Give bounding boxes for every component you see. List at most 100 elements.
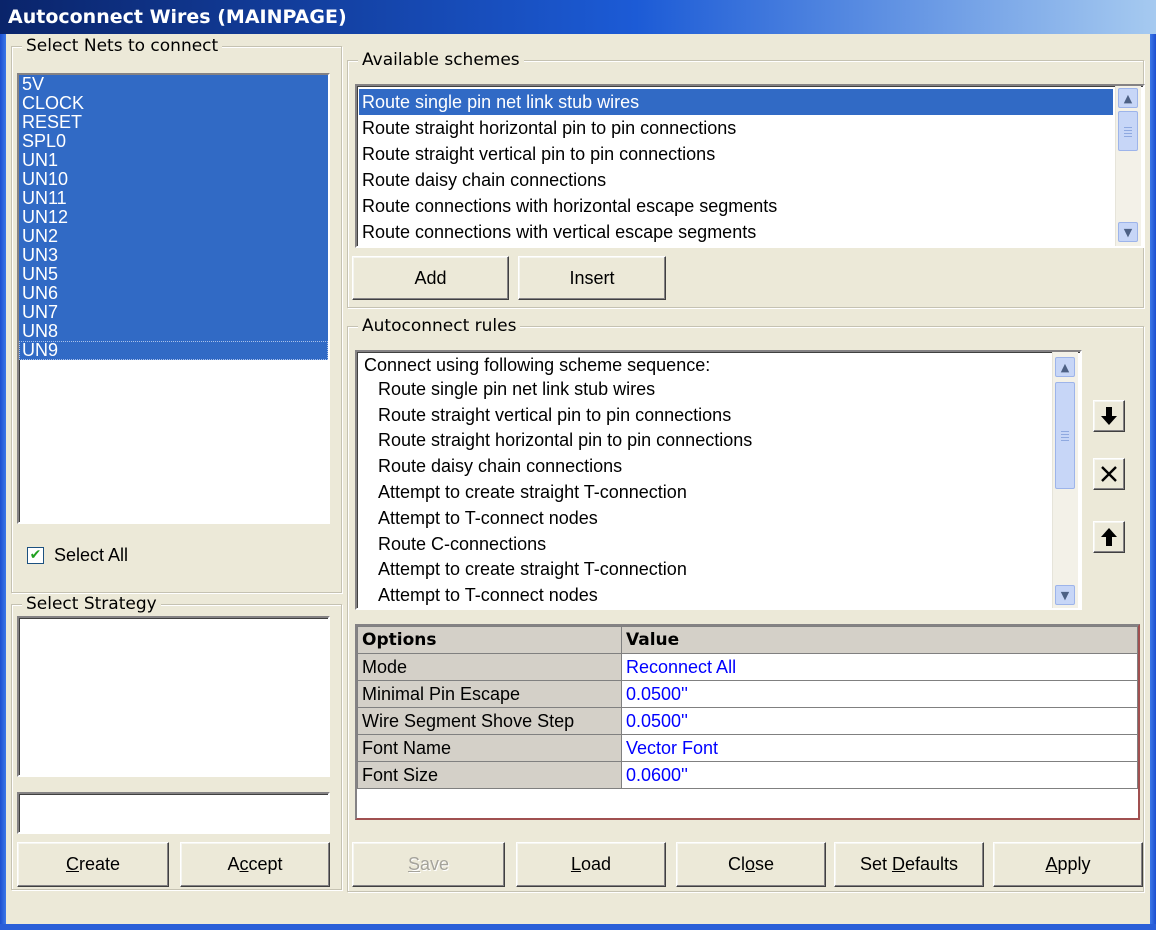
- nets-group-legend: Select Nets to connect: [22, 36, 223, 56]
- option-value[interactable]: 0.0500'': [621, 707, 1138, 735]
- net-list-item[interactable]: SPL0: [19, 132, 328, 151]
- options-header-option: Options: [357, 626, 622, 654]
- window-frame-bottom: [0, 924, 1156, 930]
- apply-button-label: Apply: [1045, 854, 1091, 874]
- option-key: Wire Segment Shove Step: [357, 707, 622, 735]
- rules-scroll-thumb[interactable]: [1055, 382, 1075, 489]
- scroll-down-icon[interactable]: ▼: [1055, 585, 1075, 605]
- net-list-item[interactable]: UN8: [19, 322, 328, 341]
- net-list-item[interactable]: UN11: [19, 189, 328, 208]
- net-list-item[interactable]: 5V: [19, 75, 328, 94]
- save-button[interactable]: Save: [352, 842, 505, 887]
- scheme-list-item[interactable]: Route daisy chain connections: [359, 167, 1113, 193]
- delete-rule-button[interactable]: [1093, 458, 1125, 490]
- scheme-list-item[interactable]: Route connections with vertical escape s…: [359, 219, 1113, 245]
- window-frame-right: [1150, 34, 1156, 930]
- net-list-item[interactable]: UN7: [19, 303, 328, 322]
- accept-button[interactable]: Accept: [180, 842, 330, 887]
- apply-button[interactable]: Apply: [993, 842, 1143, 887]
- rules-group-legend: Autoconnect rules: [358, 316, 521, 336]
- select-all-checkbox-wrap[interactable]: ✔ Select All: [27, 545, 128, 565]
- rule-list-item[interactable]: Attempt to create straight T-connection: [361, 480, 1050, 506]
- option-key: Mode: [357, 653, 622, 681]
- set-defaults-button[interactable]: Set Defaults: [834, 842, 984, 887]
- checkmark-icon: ✔: [29, 547, 42, 563]
- arrow-up-icon: [1101, 528, 1117, 546]
- option-key: Minimal Pin Escape: [357, 680, 622, 708]
- move-up-button[interactable]: [1093, 521, 1125, 553]
- rules-list-wrap: Connect using following scheme sequence:…: [361, 355, 1050, 608]
- rules-scrollbar[interactable]: ▲ ▼: [1052, 352, 1078, 608]
- rule-list-item[interactable]: Route C-connections: [361, 532, 1050, 558]
- scheme-list-item[interactable]: Route single pin net link stub wires: [359, 89, 1113, 115]
- scheme-list-item[interactable]: Route connections with horizontal escape…: [359, 193, 1113, 219]
- net-list-item[interactable]: UN5: [19, 265, 328, 284]
- move-down-button[interactable]: [1093, 400, 1125, 432]
- create-button[interactable]: Create: [17, 842, 169, 887]
- scroll-up-icon[interactable]: ▲: [1055, 357, 1075, 377]
- net-list-item[interactable]: UN6: [19, 284, 328, 303]
- window-title: Autoconnect Wires (MAINPAGE): [8, 6, 347, 28]
- window-frame-left: [0, 34, 6, 930]
- rule-list-item[interactable]: Route straight vertical pin to pin conne…: [361, 403, 1050, 429]
- schemes-scroll-thumb[interactable]: [1118, 111, 1138, 151]
- scheme-list-item[interactable]: Route straight vertical pin to pin conne…: [359, 141, 1113, 167]
- net-list-item[interactable]: RESET: [19, 113, 328, 132]
- net-list-item[interactable]: UN1: [19, 151, 328, 170]
- schemes-scrollbar[interactable]: ▲ ▼: [1115, 86, 1141, 246]
- rule-list-item[interactable]: Attempt to T-connect nodes: [361, 506, 1050, 532]
- close-button[interactable]: Close: [676, 842, 826, 887]
- arrow-down-icon: [1101, 407, 1117, 425]
- scroll-up-icon[interactable]: ▲: [1118, 88, 1138, 108]
- schemes-group-legend: Available schemes: [358, 50, 524, 70]
- option-row[interactable]: Wire Segment Shove Step 0.0500'': [357, 707, 1138, 735]
- save-button-label: Save: [407, 854, 450, 874]
- option-value[interactable]: 0.0500'': [621, 680, 1138, 708]
- rules-listbox[interactable]: Connect using following scheme sequence:…: [355, 350, 1082, 610]
- option-value[interactable]: Reconnect All: [621, 653, 1138, 681]
- net-list-item[interactable]: UN9: [19, 341, 328, 360]
- scroll-down-icon[interactable]: ▼: [1118, 222, 1138, 242]
- rule-list-item[interactable]: Route daisy chain connections: [361, 454, 1050, 480]
- create-button-label: Create: [65, 854, 121, 874]
- schemes-list: Route single pin net link stub wires Rout…: [359, 89, 1113, 245]
- scheme-list-item[interactable]: Route straight horizontal pin to pin con…: [359, 115, 1113, 141]
- net-list-item[interactable]: CLOCK: [19, 94, 328, 113]
- load-button-label: Load: [570, 854, 612, 874]
- rules-list: Route single pin net link stub wires Rout…: [361, 377, 1050, 608]
- rule-list-item[interactable]: Route single pin net link stub wires: [361, 377, 1050, 403]
- net-list-item[interactable]: UN10: [19, 170, 328, 189]
- net-list-item[interactable]: UN2: [19, 227, 328, 246]
- options-grid[interactable]: Options Value Mode Reconnect All Minimal P…: [355, 624, 1140, 820]
- insert-button[interactable]: Insert: [518, 256, 666, 300]
- add-button[interactable]: Add: [352, 256, 509, 300]
- option-row[interactable]: Font Name Vector Font: [357, 734, 1138, 762]
- option-row[interactable]: Font Size 0.0600'': [357, 761, 1138, 789]
- strategy-listbox[interactable]: [17, 616, 330, 777]
- option-row[interactable]: Mode Reconnect All: [357, 653, 1138, 681]
- nets-listbox[interactable]: 5V CLOCK RESET SPL0 UN1 UN10 UN11 UN12 UN2 UN3 UN5…: [17, 73, 330, 524]
- x-delete-icon: [1101, 466, 1117, 482]
- option-value[interactable]: Vector Font: [621, 734, 1138, 762]
- accept-button-label: Accept: [227, 854, 283, 874]
- options-body: Mode Reconnect All Minimal Pin Escape 0.050…: [357, 653, 1138, 789]
- window-title-bar[interactable]: Autoconnect Wires (MAINPAGE): [0, 0, 1156, 34]
- strategy-group-legend: Select Strategy: [22, 594, 161, 614]
- option-key: Font Name: [357, 734, 622, 762]
- net-list-item[interactable]: UN3: [19, 246, 328, 265]
- option-row[interactable]: Minimal Pin Escape 0.0500'': [357, 680, 1138, 708]
- set-defaults-button-label: Set Defaults: [859, 854, 959, 874]
- option-value[interactable]: 0.0600'': [621, 761, 1138, 789]
- add-button-label: Add: [414, 267, 447, 288]
- schemes-listbox[interactable]: Route single pin net link stub wires Rout…: [355, 84, 1145, 248]
- load-button[interactable]: Load: [516, 842, 666, 887]
- insert-button-label: Insert: [569, 267, 615, 288]
- net-list-item[interactable]: UN12: [19, 208, 328, 227]
- rules-heading: Connect using following scheme sequence:: [364, 355, 711, 375]
- rule-list-item[interactable]: Attempt to T-connect nodes: [361, 583, 1050, 608]
- select-all-checkbox[interactable]: ✔: [27, 546, 44, 564]
- strategy-name-input[interactable]: [17, 792, 330, 834]
- rule-list-item[interactable]: Attempt to create straight T-connection: [361, 557, 1050, 583]
- rule-list-item[interactable]: Route straight horizontal pin to pin con…: [361, 428, 1050, 454]
- nets-list: 5V CLOCK RESET SPL0 UN1 UN10 UN11 UN12 UN2 UN3 UN5…: [19, 75, 328, 360]
